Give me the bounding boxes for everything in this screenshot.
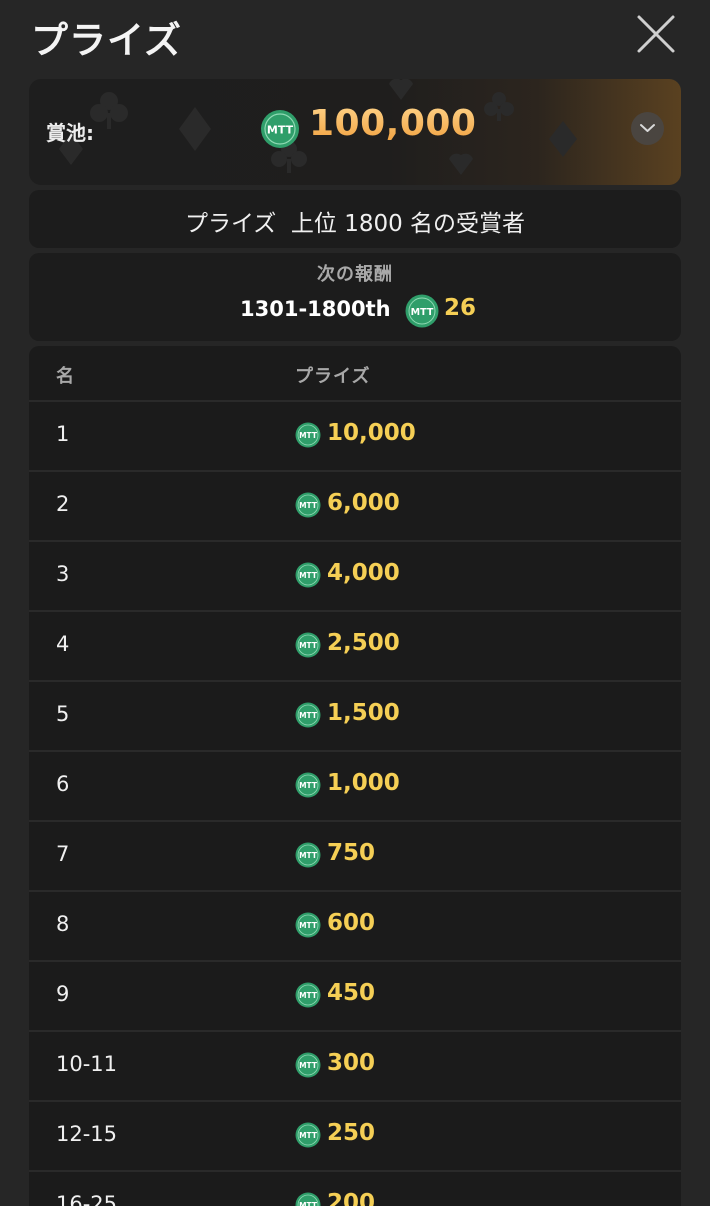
prize-pool-amount: 100,000: [309, 103, 476, 144]
svg-text:MTT: MTT: [299, 1061, 318, 1070]
svg-text:MTT: MTT: [299, 571, 318, 580]
mtt-coin-icon: MTT: [295, 1192, 321, 1206]
prize-cell: 250: [327, 1120, 375, 1146]
rank-cell: 16-25: [56, 1192, 117, 1206]
svg-text:MTT: MTT: [299, 711, 318, 720]
svg-text:MTT: MTT: [299, 781, 318, 790]
prize-cell: 300: [327, 1050, 375, 1076]
table-row: 9 MTT 450: [29, 960, 681, 1028]
svg-text:MTT: MTT: [299, 991, 318, 1000]
table-row: 8 MTT 600: [29, 890, 681, 958]
svg-text:MTT: MTT: [411, 307, 434, 318]
svg-text:MTT: MTT: [299, 641, 318, 650]
prize-cell: 1,500: [327, 700, 400, 726]
prize-cell: 2,500: [327, 630, 400, 656]
rank-cell: 9: [56, 982, 69, 1006]
column-header-rank: 名: [56, 362, 74, 388]
chevron-down-icon: [639, 122, 656, 134]
page-title: プライズ: [31, 10, 182, 64]
close-button[interactable]: [634, 12, 678, 56]
prize-pool-card: 賞池: MTT 100,000: [29, 79, 681, 185]
rank-cell: 3: [56, 562, 69, 586]
table-row: 1 MTT 10,000: [29, 400, 681, 468]
rank-cell: 6: [56, 772, 69, 796]
svg-text:MTT: MTT: [299, 1131, 318, 1140]
mtt-coin-icon: MTT: [295, 492, 321, 522]
mtt-coin-icon: MTT: [295, 562, 321, 592]
rank-cell: 10-11: [56, 1052, 117, 1076]
next-reward-value: 26: [444, 295, 476, 321]
rank-cell: 7: [56, 842, 69, 866]
rank-cell: 5: [56, 702, 69, 726]
prize-cell: 200: [327, 1190, 375, 1206]
mtt-coin-icon: MTT: [295, 1122, 321, 1152]
prize-cell: 600: [327, 910, 375, 936]
svg-text:MTT: MTT: [299, 431, 318, 440]
header: プライズ: [0, 0, 710, 70]
rank-cell: 2: [56, 492, 69, 516]
next-reward-label: 次の報酬: [29, 260, 681, 286]
mtt-coin-icon: MTT: [295, 842, 321, 872]
prize-table: 名 プライズ 1MTT10,0002MTT6,0003MTT4,0004MTT2…: [29, 346, 681, 1206]
close-icon: [634, 12, 678, 56]
svg-text:MTT: MTT: [299, 851, 318, 860]
prize-cell: 6,000: [327, 490, 400, 516]
table-row: 4 MTT 2,500: [29, 610, 681, 678]
prize-cell: 1,000: [327, 770, 400, 796]
mtt-coin-icon: MTT: [295, 982, 321, 1012]
rank-cell: 4: [56, 632, 69, 656]
mtt-coin-icon: MTT: [405, 294, 439, 332]
svg-text:MTT: MTT: [267, 124, 294, 137]
mtt-coin-icon: MTT: [260, 109, 300, 153]
prize-cell: 10,000: [327, 420, 416, 446]
table-row: 12-15 MTT 250: [29, 1100, 681, 1168]
mtt-coin-icon: MTT: [295, 912, 321, 942]
prize-cell: 450: [327, 980, 375, 1006]
table-row: 7 MTT 750: [29, 820, 681, 888]
rank-cell: 8: [56, 912, 69, 936]
mtt-coin-icon: MTT: [295, 772, 321, 802]
prize-cell: 750: [327, 840, 375, 866]
rank-cell: 1: [56, 422, 69, 446]
next-reward-range: 1301-1800th: [240, 297, 391, 321]
mtt-coin-icon: MTT: [295, 632, 321, 662]
expand-toggle-button[interactable]: [631, 112, 664, 145]
mtt-coin-icon: MTT: [295, 1052, 321, 1082]
table-row: 5 MTT 1,500: [29, 680, 681, 748]
winners-text: プライズ 上位 1800 名の受賞者: [29, 204, 681, 238]
table-row: 3 MTT 4,000: [29, 540, 681, 608]
svg-text:MTT: MTT: [299, 501, 318, 510]
table-row: 16-25 MTT 200: [29, 1170, 681, 1206]
rank-cell: 12-15: [56, 1122, 117, 1146]
table-row: 10-11 MTT 300: [29, 1030, 681, 1098]
svg-text:MTT: MTT: [299, 921, 318, 930]
winners-summary: プライズ 上位 1800 名の受賞者: [29, 190, 681, 248]
prize-pool-label: 賞池:: [46, 117, 94, 146]
table-header: 名 プライズ: [29, 346, 681, 400]
svg-text:MTT: MTT: [299, 1201, 318, 1206]
mtt-coin-icon: MTT: [295, 702, 321, 732]
column-header-prize: プライズ: [295, 362, 370, 388]
next-reward-card: 次の報酬 1301-1800th MTT 26: [29, 253, 681, 341]
prize-cell: 4,000: [327, 560, 400, 586]
table-row: 2 MTT 6,000: [29, 470, 681, 538]
table-row: 6 MTT 1,000: [29, 750, 681, 818]
mtt-coin-icon: MTT: [295, 422, 321, 452]
